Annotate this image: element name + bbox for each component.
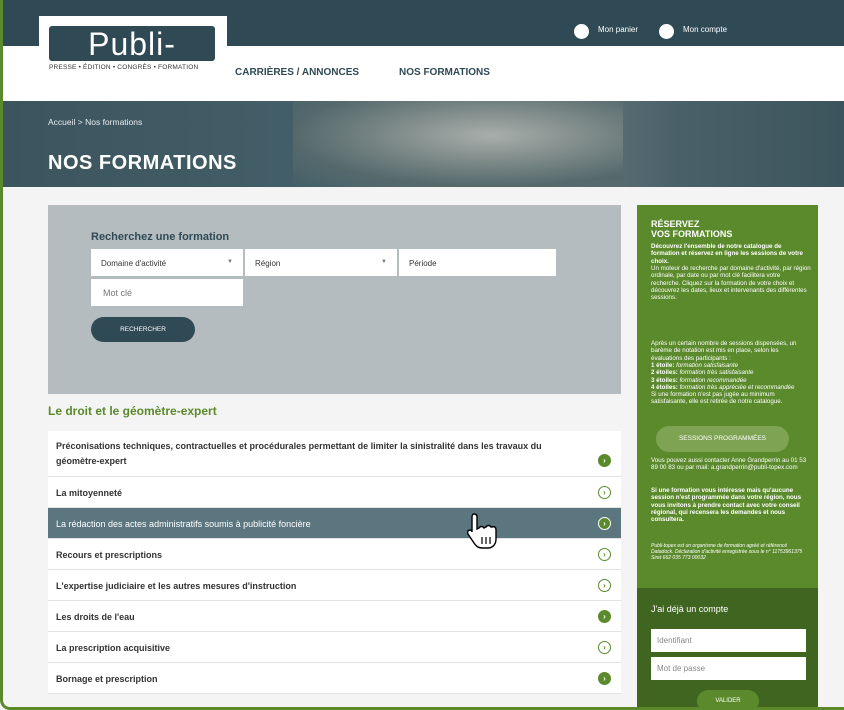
formation-title: Recours et prescriptions xyxy=(56,550,163,560)
search-panel: Recherchez une formation Domaine d'activ… xyxy=(48,205,621,394)
rating-4-label: 4 étoiles: xyxy=(651,383,678,391)
sidebar-legal: Publi-topex est un organisme de formatio… xyxy=(651,543,803,561)
region-select-label: Région xyxy=(255,259,281,268)
page-frame: Mon panier Mon compte CARRIÈRES / ANNONC… xyxy=(0,0,844,710)
formation-row[interactable]: La mitoyenneté › xyxy=(48,477,621,508)
login-panel: J'ai déjà un compte Identifiant Mot de p… xyxy=(637,588,818,707)
domain-select[interactable]: Domaine d'activité ▼ xyxy=(91,249,243,276)
formation-row[interactable]: Recours et prescriptions › xyxy=(48,539,621,570)
sidebar-no-session: Si une formation vous intéresse mais qu'… xyxy=(651,487,802,524)
login-submit-button[interactable]: VALIDER xyxy=(697,690,759,707)
formation-title: La rédaction des actes administratifs so… xyxy=(56,519,311,529)
login-title: J'ai déjà un compte xyxy=(651,604,729,614)
rating-outro: Si une formation n'est pas jugée au mini… xyxy=(651,391,783,406)
hero-photo xyxy=(293,101,623,187)
sidebar-title-line2: VOS FORMATIONS xyxy=(651,229,733,239)
formation-title: L'expertise judiciaire et les autres mes… xyxy=(56,581,297,591)
rating-intro: Après un certain nombre de sessions disp… xyxy=(651,340,797,362)
chevron-down-icon: ▼ xyxy=(381,259,387,265)
logo[interactable]: Publi-Topex PRESSE • ÉDITION • CONGRÈS •… xyxy=(39,16,227,98)
rating-list: 1 étoile: formation satisfaisante 2 étoi… xyxy=(651,362,811,391)
rating-3-text: formation recommandée xyxy=(679,376,747,384)
sidebar-title: RÉSERVEZ VOS FORMATIONS xyxy=(651,219,732,239)
domain-select-label: Domaine d'activité xyxy=(101,259,167,268)
formation-title: La mitoyenneté xyxy=(56,488,123,498)
sessions-button[interactable]: SESSIONS PROGRAMMÉES xyxy=(656,426,789,452)
logo-text: Publi-Topex xyxy=(49,26,215,98)
cart-icon[interactable] xyxy=(574,24,589,39)
password-input[interactable]: Mot de passe xyxy=(651,657,806,680)
section-title: Le droit et le géomètre-expert xyxy=(48,404,217,418)
sidebar-reserve: RÉSERVEZ VOS FORMATIONS Découvrez l'ense… xyxy=(637,205,818,588)
breadcrumb[interactable]: Accueil > Nos formations xyxy=(48,117,142,127)
logo-tagline: PRESSE • ÉDITION • CONGRÈS • FORMATION xyxy=(49,64,199,71)
chevron-right-icon[interactable]: › xyxy=(598,610,611,623)
formation-row[interactable]: Les droits de l'eau › xyxy=(48,601,621,632)
rating-2-text: formation très satisfaisante xyxy=(679,369,754,377)
rating-1-text: formation satisfaisante xyxy=(676,362,739,369)
sidebar-intro: Un moteur de recherche par domaine d'act… xyxy=(651,265,811,302)
rating-3-label: 3 étoiles: xyxy=(651,376,678,384)
sidebar-title-line1: RÉSERVEZ xyxy=(651,219,700,229)
cart-link[interactable]: Mon panier xyxy=(598,25,638,34)
keyword-input[interactable]: Mot clé xyxy=(91,279,243,306)
chevron-right-icon[interactable]: › xyxy=(598,486,611,499)
formation-row[interactable]: Préconisations techniques, contractuelle… xyxy=(48,431,621,477)
chevron-right-icon[interactable]: › xyxy=(598,517,611,530)
formation-row[interactable]: L'expertise judiciaire et les autres mes… xyxy=(48,570,621,601)
page-title: NOS FORMATIONS xyxy=(48,152,237,174)
region-select[interactable]: Région ▼ xyxy=(245,249,397,276)
formation-title: Préconisations techniques, contractuelle… xyxy=(56,441,542,451)
username-input[interactable]: Identifiant xyxy=(651,629,806,652)
sidebar-contact[interactable]: Vous pouvez aussi contacter Anne Grandpe… xyxy=(651,457,811,472)
formation-title-line2: géomètre-expert xyxy=(56,456,127,466)
chevron-right-icon[interactable]: › xyxy=(598,641,611,654)
chevron-right-icon[interactable]: › xyxy=(598,672,611,685)
rating-1-label: 1 étoile: xyxy=(651,362,675,369)
rating-2-label: 2 étoiles: xyxy=(651,369,678,377)
nav-formations[interactable]: NOS FORMATIONS xyxy=(399,67,490,78)
period-input-label: Période xyxy=(409,259,437,268)
hand-cursor-icon xyxy=(466,513,497,549)
formation-title: Bornage et prescription xyxy=(56,674,158,684)
chevron-down-icon: ▼ xyxy=(227,259,233,265)
search-button[interactable]: RECHERCHER xyxy=(91,317,195,342)
sidebar-intro-bold: Découvrez l'ensemble de notre catalogue … xyxy=(651,243,803,265)
chevron-right-icon[interactable]: › xyxy=(598,579,611,592)
formation-title: Les droits de l'eau xyxy=(56,612,135,622)
formation-title: La prescription acquisitive xyxy=(56,643,171,653)
formation-row[interactable]: Bornage et prescription › xyxy=(48,663,621,694)
chevron-right-icon[interactable]: › xyxy=(598,454,611,467)
rating-4-text: formation très appréciée et recommandée xyxy=(679,383,795,391)
account-icon[interactable] xyxy=(659,24,674,39)
nav-careers[interactable]: CARRIÈRES / ANNONCES xyxy=(235,67,359,78)
chevron-right-icon[interactable]: › xyxy=(598,548,611,561)
search-title: Recherchez une formation xyxy=(91,231,230,243)
account-link[interactable]: Mon compte xyxy=(683,25,727,34)
period-input[interactable]: Période xyxy=(399,249,556,276)
formation-row-hovered[interactable]: La rédaction des actes administratifs so… xyxy=(48,508,621,539)
formation-row[interactable]: La prescription acquisitive › xyxy=(48,632,621,663)
